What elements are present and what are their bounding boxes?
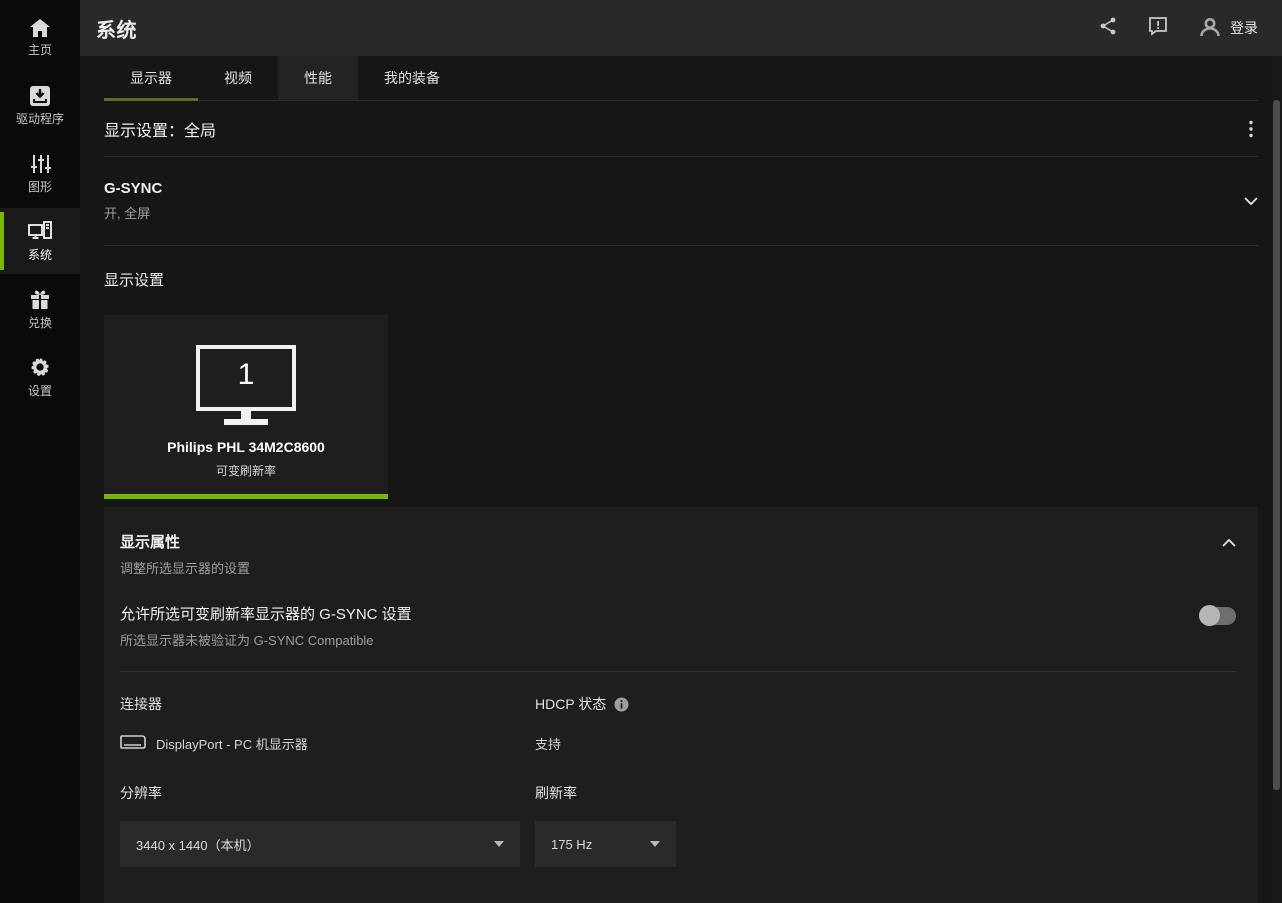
sidebar-item-settings[interactable]: 设置	[0, 344, 80, 410]
panel-subtitle: 调整所选显示器的设置	[120, 558, 250, 577]
caret-down-icon	[650, 841, 660, 847]
hdcp-label-row: HDCP 状态	[535, 694, 1236, 714]
more-options-button[interactable]	[1244, 119, 1258, 139]
tab-performance[interactable]: 性能	[278, 56, 358, 100]
sidebar-item-label: 图形	[28, 181, 52, 194]
tab-my-rig[interactable]: 我的装备	[358, 56, 466, 100]
graphics-sliders-icon	[29, 153, 51, 175]
connector-label: 连接器	[120, 694, 520, 714]
feedback-icon	[1148, 16, 1168, 41]
hdcp-info-button[interactable]	[614, 697, 629, 712]
header: 系统	[80, 0, 1282, 56]
resolution-value: 3440 x 1440（本机）	[136, 835, 260, 854]
sidebar-item-label: 系统	[28, 249, 52, 262]
resolution-label: 分辨率	[120, 783, 520, 803]
sidebar-item-home[interactable]: 主页	[0, 4, 80, 70]
feedback-button[interactable]	[1148, 16, 1168, 41]
display-scope-row: 显示设置：全局	[104, 101, 1258, 157]
connector-value-row: DisplayPort - PC 机显示器	[120, 734, 520, 753]
connector-value: DisplayPort - PC 机显示器	[156, 734, 308, 753]
info-icon	[614, 697, 629, 712]
avatar-icon	[1198, 15, 1222, 42]
refresh-rate-value: 175 Hz	[551, 837, 592, 852]
gsync-override-text: 允许所选可变刷新率显示器的 G-SYNC 设置 所选显示器未被验证为 G-SYN…	[120, 603, 412, 649]
display-properties-panel: 显示属性 调整所选显示器的设置 允许所选可变刷新率显示器的 G-SYNC 设置 …	[104, 507, 1258, 903]
displays-heading: 显示设置	[104, 269, 1258, 290]
main-content: 显示器 视频 性能 我的装备 显示设置：全局 G-SYNC 开, 全屏 显示设置	[80, 56, 1282, 903]
header-actions: 登录	[1098, 15, 1258, 42]
hdcp-field: HDCP 状态 支持	[535, 694, 1236, 753]
display-fields: 连接器 DisplayPort - PC 机显示器 HDCP 状态	[120, 694, 1236, 867]
gsync-override-subtitle: 所选显示器未被验证为 G-SYNC Compatible	[120, 630, 412, 649]
panel-header: 显示属性 调整所选显示器的设置	[120, 531, 1236, 577]
panel-divider	[120, 671, 1236, 672]
tab-bar: 显示器 视频 性能 我的装备	[104, 56, 1258, 101]
sidebar: 主页 驱动程序 图形 系统	[0, 0, 80, 903]
sidebar-item-label: 驱动程序	[16, 113, 64, 126]
refresh-rate-field: 刷新率 175 Hz	[535, 783, 1236, 867]
gsync-status: 开, 全屏	[104, 203, 162, 222]
resolution-field: 分辨率 3440 x 1440（本机）	[120, 783, 520, 867]
chevron-down-icon	[1244, 197, 1258, 205]
gsync-override-title: 允许所选可变刷新率显示器的 G-SYNC 设置	[120, 603, 412, 624]
gsync-title: G-SYNC	[104, 180, 162, 197]
driver-download-icon	[29, 85, 51, 107]
redeem-gift-icon	[29, 289, 51, 311]
system-monitor-icon	[28, 221, 52, 243]
monitor-selected-indicator	[104, 494, 388, 499]
share-button[interactable]	[1098, 16, 1118, 41]
gsync-section-row[interactable]: G-SYNC 开, 全屏	[104, 157, 1258, 246]
gsync-override-row: 允许所选可变刷新率显示器的 G-SYNC 设置 所选显示器未被验证为 G-SYN…	[120, 603, 1236, 649]
toggle-knob	[1199, 605, 1220, 626]
sidebar-item-label: 兑换	[28, 317, 52, 330]
monitor-number: 1	[186, 358, 306, 392]
hdcp-value: 支持	[535, 734, 1236, 753]
gsync-override-toggle[interactable]	[1199, 607, 1236, 625]
monitor-vrr-badge: 可变刷新率	[216, 462, 276, 479]
refresh-rate-dropdown[interactable]: 175 Hz	[535, 821, 676, 867]
sidebar-item-graphics[interactable]: 图形	[0, 140, 80, 206]
settings-gear-icon	[29, 357, 51, 379]
monitor-card[interactable]: 1 Philips PHL 34M2C8600 可变刷新率	[104, 315, 388, 499]
gsync-expand-button[interactable]	[1244, 197, 1258, 205]
tab-display[interactable]: 显示器	[104, 56, 198, 100]
hdcp-label: HDCP 状态	[535, 694, 606, 714]
scrollbar-track[interactable]	[1272, 56, 1282, 903]
sidebar-item-label: 主页	[28, 44, 52, 57]
resolution-dropdown[interactable]: 3440 x 1440（本机）	[120, 821, 520, 867]
sidebar-item-drivers[interactable]: 驱动程序	[0, 72, 80, 138]
login-label: 登录	[1230, 18, 1258, 38]
tab-label: 视频	[224, 68, 252, 88]
sidebar-item-label: 设置	[28, 385, 52, 398]
kebab-menu-icon	[1244, 119, 1258, 139]
chevron-up-icon	[1222, 539, 1236, 547]
share-icon	[1098, 16, 1118, 41]
gsync-text: G-SYNC 开, 全屏	[104, 180, 162, 222]
refresh-rate-label: 刷新率	[535, 783, 1236, 803]
tab-label: 显示器	[130, 68, 172, 88]
login-button[interactable]: 登录	[1198, 15, 1258, 42]
panel-title: 显示属性	[120, 531, 250, 552]
sidebar-item-system[interactable]: 系统	[0, 208, 80, 274]
connector-field: 连接器 DisplayPort - PC 机显示器	[120, 694, 520, 753]
monitor-icon: 1	[186, 345, 306, 427]
scrollbar-thumb[interactable]	[1273, 100, 1280, 790]
tab-label: 性能	[304, 68, 332, 88]
displayport-icon	[120, 735, 146, 752]
tab-label: 我的装备	[384, 68, 440, 88]
panel-collapse-button[interactable]	[1222, 539, 1236, 547]
caret-down-icon	[494, 841, 504, 847]
display-scope-title: 显示设置：全局	[104, 117, 216, 141]
page-title: 系统	[96, 14, 137, 43]
monitor-name: Philips PHL 34M2C8600	[167, 439, 325, 455]
sidebar-item-redeem[interactable]: 兑换	[0, 276, 80, 342]
tab-video[interactable]: 视频	[198, 56, 278, 100]
home-icon	[29, 18, 51, 38]
panel-header-text: 显示属性 调整所选显示器的设置	[120, 531, 250, 577]
